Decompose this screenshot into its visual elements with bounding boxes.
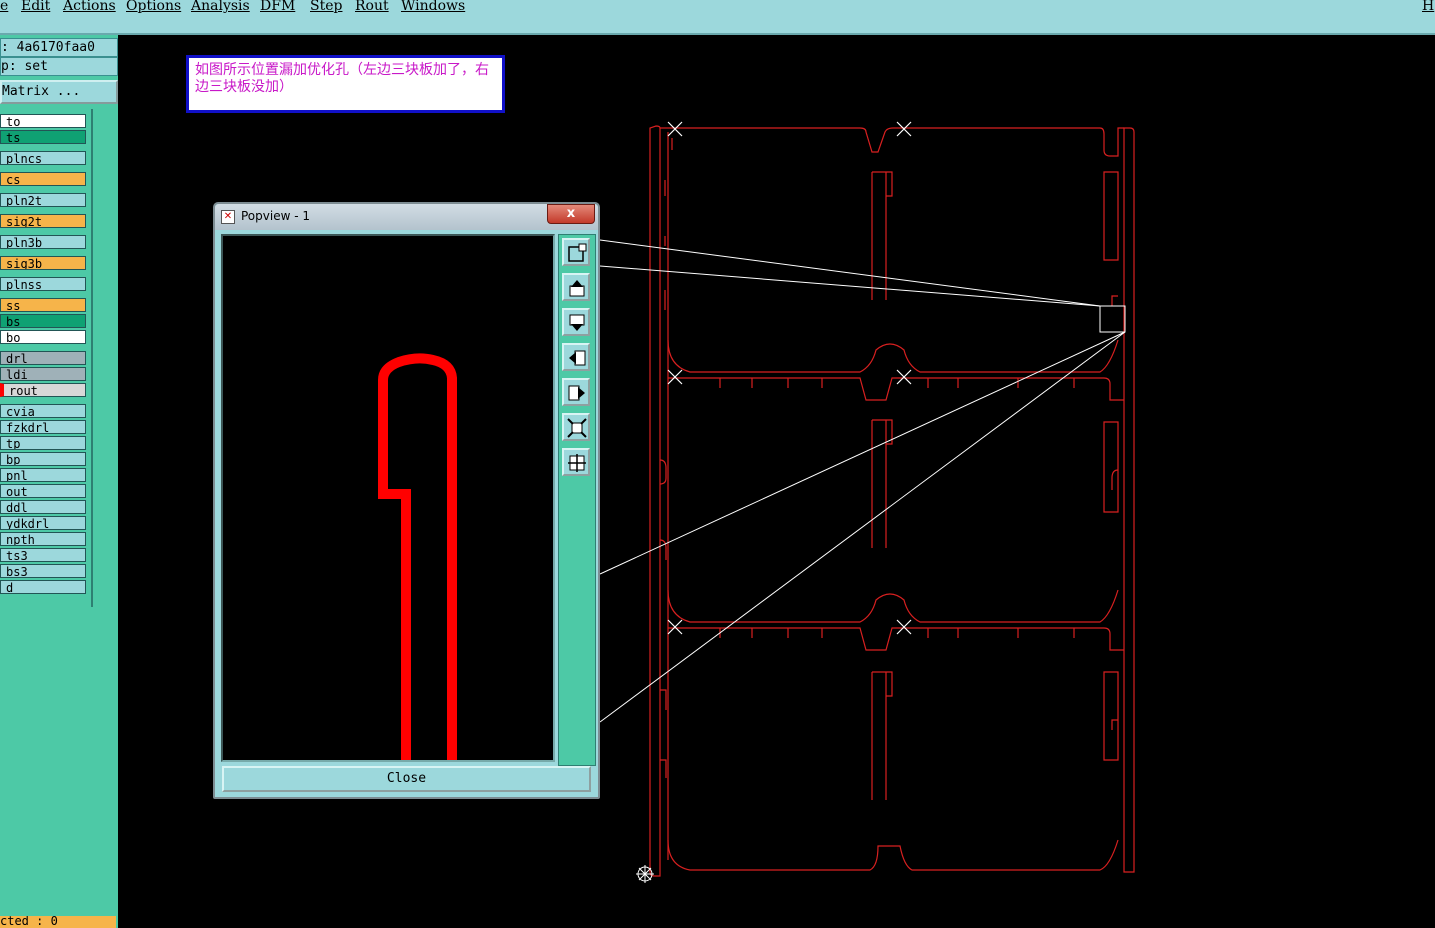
zoom-region	[1099, 305, 1126, 333]
menu-item-actions[interactable]: Actions	[63, 0, 116, 14]
layer-rout[interactable]: rout	[0, 383, 86, 397]
step-info: p: set	[0, 57, 118, 76]
zoom-in-icon	[567, 418, 587, 438]
pan-left-button[interactable]	[562, 343, 590, 371]
menu-bar: e Edit Actions Options Analysis DFM Step Rout Wi…	[0, 0, 1435, 35]
menu-item-options[interactable]: Options	[126, 0, 181, 14]
layer-bo[interactable]: bo	[0, 330, 86, 344]
layer-d[interactable]: d	[0, 580, 86, 594]
zoom-window-button[interactable]	[562, 238, 590, 266]
job-info: : 4a6170faa0	[0, 38, 118, 57]
popview-canvas[interactable]	[221, 234, 555, 762]
layer-ldi[interactable]: ldi	[0, 367, 86, 381]
layer-tp[interactable]: tp	[0, 436, 86, 450]
layer-pnl[interactable]: pnl	[0, 468, 86, 482]
layer-plncs[interactable]: plncs	[0, 151, 86, 165]
rout-profile-graphic	[378, 353, 457, 760]
layer-pln3b[interactable]: pln3b	[0, 235, 86, 249]
menu-item-analysis[interactable]: Analysis	[191, 0, 250, 14]
pan-up-icon	[569, 280, 585, 297]
layer-ydkdrl[interactable]: ydkdrl	[0, 516, 86, 530]
zoom-out-icon	[568, 454, 586, 472]
layer-pln2t[interactable]: pln2t	[0, 193, 86, 207]
layer-out[interactable]: out	[0, 484, 86, 498]
layer-ddl[interactable]: ddl	[0, 500, 86, 514]
left-panel: : 4a6170faa0 p: set Matrix ... to ts plncs…	[0, 35, 118, 928]
menu-item-step[interactable]: Step	[310, 0, 342, 14]
matrix-button[interactable]: Matrix ...	[0, 80, 118, 104]
pan-down-icon	[569, 314, 585, 331]
layer-plnss[interactable]: plnss	[0, 277, 86, 291]
zoom-window-icon	[568, 243, 587, 262]
popview-title: Popview - 1	[241, 209, 310, 223]
layer-npth[interactable]: npth	[0, 532, 86, 546]
app-icon: ✕	[221, 210, 235, 224]
layer-ts3[interactable]: ts3	[0, 548, 86, 562]
layer-fzkdrl[interactable]: fzkdrl	[0, 420, 86, 434]
layer-list: to ts plncs cs pln2t sig2t pln3b sig3b plnss ss bs…	[0, 109, 93, 607]
tooling-marks	[667, 121, 912, 635]
pan-up-button[interactable]	[562, 273, 590, 301]
pan-down-button[interactable]	[562, 308, 590, 336]
layer-cvia[interactable]: cvia	[0, 404, 86, 418]
menu-item-edit[interactable]: Edit	[21, 0, 50, 14]
menu-item-rout[interactable]: Rout	[355, 0, 389, 14]
zoom-in-button[interactable]	[562, 413, 590, 441]
layer-ts[interactable]: ts	[0, 130, 86, 144]
layer-bp[interactable]: bp	[0, 452, 86, 466]
menu-item-h[interactable]: H	[1422, 0, 1434, 14]
board-outline	[649, 125, 1135, 877]
menu-item-e[interactable]: e	[0, 0, 8, 14]
pan-right-button[interactable]	[562, 378, 590, 406]
zoom-out-button[interactable]	[562, 448, 590, 476]
layer-sig2t[interactable]: sig2t	[0, 214, 86, 228]
layer-ss[interactable]: ss	[0, 298, 86, 312]
datum-icon	[636, 865, 654, 883]
close-button[interactable]: Close	[222, 766, 591, 792]
annotation-note: 如图所示位置漏加优化孔（左边三块板加了，右边三块板没加）	[186, 55, 505, 113]
menu-item-dfm[interactable]: DFM	[260, 0, 295, 14]
layer-sig3b[interactable]: sig3b	[0, 256, 86, 270]
popview-toolbar	[558, 234, 596, 766]
layer-bs[interactable]: bs	[0, 314, 86, 328]
pan-right-icon	[568, 385, 585, 401]
window-close-button[interactable]: x	[547, 204, 595, 224]
popview-window: ✕ Popview - 1 x Close	[213, 202, 600, 799]
popview-titlebar[interactable]: ✕ Popview - 1 x	[215, 204, 598, 230]
layer-bs3[interactable]: bs3	[0, 564, 86, 578]
layer-to[interactable]: to	[0, 114, 86, 128]
pan-left-icon	[569, 350, 586, 366]
menu-item-windows[interactable]: Windows	[401, 0, 465, 14]
selected-count: cted : 0	[0, 916, 116, 928]
layer-cs[interactable]: cs	[0, 172, 86, 186]
layer-drl[interactable]: drl	[0, 351, 86, 365]
